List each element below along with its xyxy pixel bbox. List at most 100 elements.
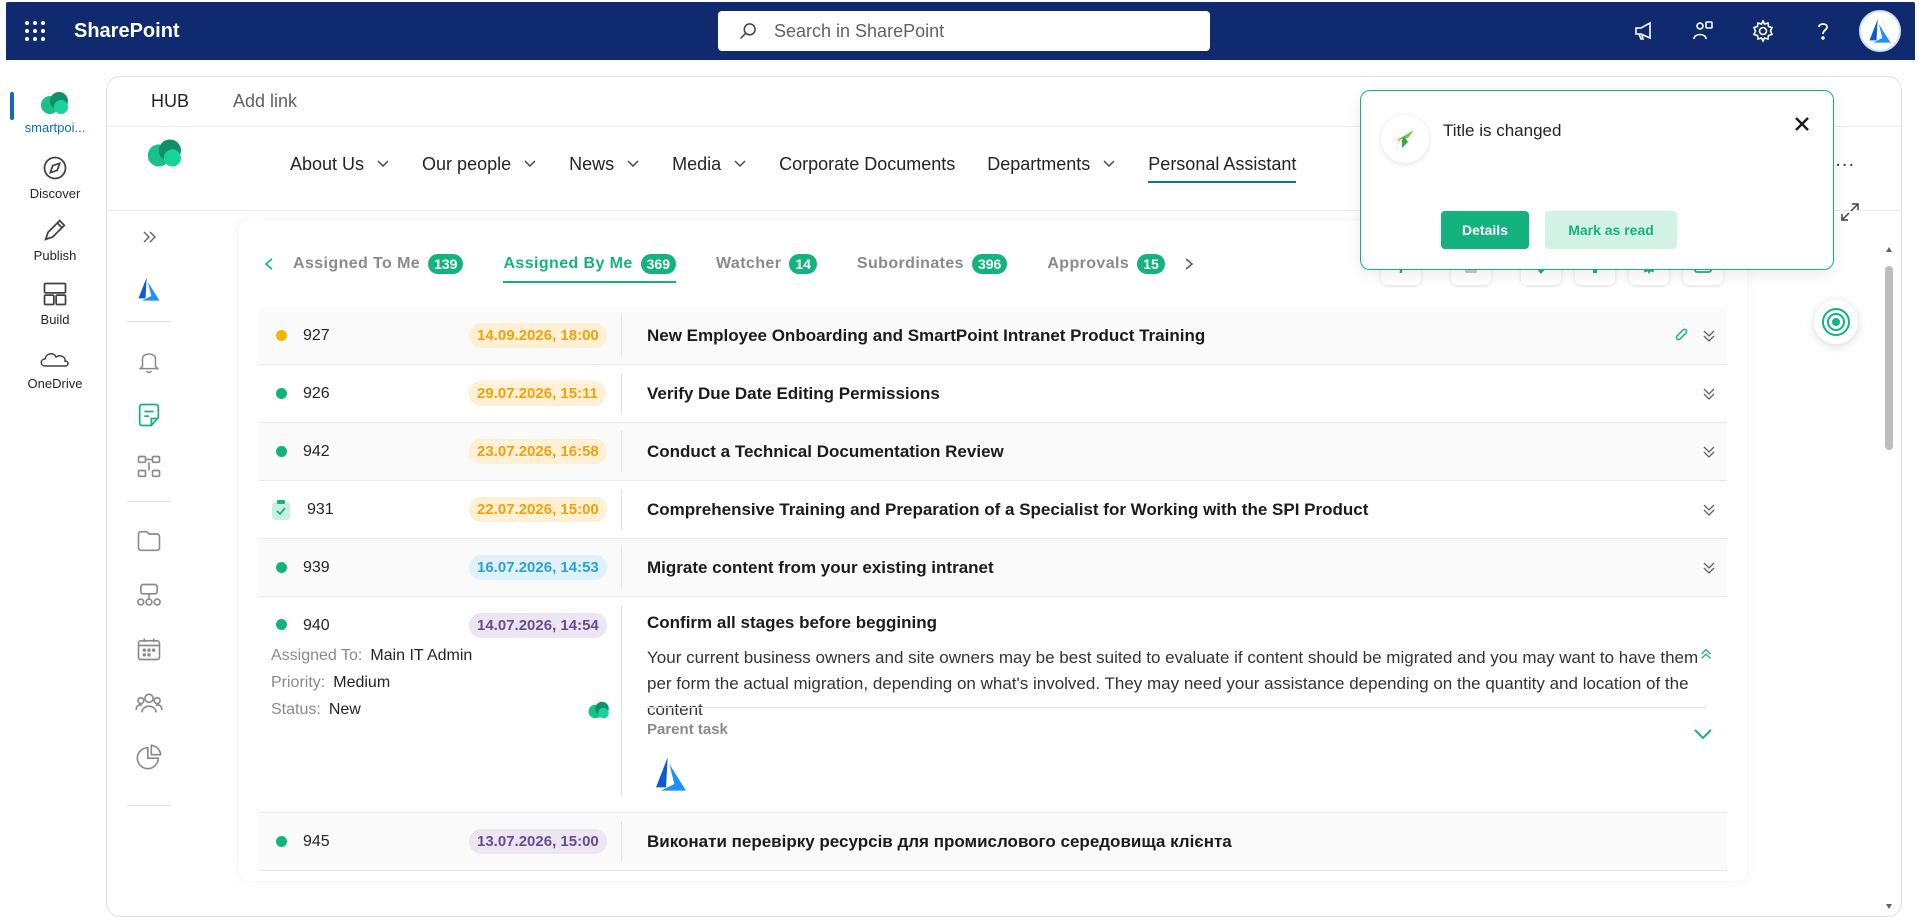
sidebar-item-notifications[interactable] [129, 341, 169, 381]
tab-assigned-by-me[interactable]: Assigned By Me 369 [503, 249, 676, 283]
task-title[interactable]: Verify Due Date Editing Permissions [647, 384, 940, 404]
task-title[interactable]: Виконати перевірку ресурсів для промисло… [647, 832, 1232, 852]
app-launcher-button[interactable] [6, 2, 64, 60]
people-icon [135, 693, 163, 713]
double-chevron-down-icon[interactable] [1701, 502, 1717, 518]
status-field: Status: New [271, 701, 361, 719]
appbar-item-discover[interactable]: Discover [6, 154, 104, 201]
table-row[interactable]: 945 13.07.2026, 15:00 Виконати перевірку… [259, 813, 1727, 871]
megaphone-icon [1635, 21, 1651, 40]
nav-more-button[interactable]: ... [1835, 149, 1855, 172]
close-icon[interactable] [1791, 113, 1813, 135]
double-chevron-down-icon[interactable] [1701, 386, 1717, 402]
chevron-down-icon[interactable] [1693, 727, 1713, 741]
expand-button[interactable] [1839, 201, 1861, 228]
appbar-item-onedrive[interactable]: OneDrive [6, 344, 104, 391]
brand-name[interactable]: SharePoint [74, 20, 180, 43]
double-chevron-down-icon[interactable] [1701, 560, 1717, 576]
tabs-prev-button[interactable] [259, 254, 279, 274]
column-divider [621, 373, 622, 414]
task-title[interactable]: Conduct a Technical Documentation Review [647, 442, 1004, 462]
megaphone-button[interactable] [1613, 2, 1673, 60]
pa-sidebar [107, 211, 207, 916]
nav-label: Departments [987, 153, 1091, 174]
search-box[interactable]: Search in SharePoint [718, 11, 1210, 51]
nav-item-media[interactable]: Media [672, 151, 747, 177]
scroll-up-icon[interactable] [1885, 246, 1893, 254]
column-divider [621, 489, 622, 530]
chevron-down-icon [627, 160, 639, 167]
people-settings-icon [1693, 21, 1713, 40]
assistant-float-button[interactable] [1814, 300, 1858, 344]
sidebar-item-azure[interactable] [129, 269, 169, 309]
appbar-item-publish[interactable]: Publish [6, 216, 104, 263]
calendar-icon [137, 638, 161, 661]
task-title[interactable]: Comprehensive Training and Preparation o… [647, 500, 1368, 520]
details-button[interactable]: Details [1441, 211, 1529, 249]
page-scrollbar[interactable] [1882, 246, 1896, 910]
tab-assigned-to-me[interactable]: Assigned To Me 139 [293, 249, 464, 279]
nav-item-news[interactable]: News [569, 151, 640, 177]
mark-as-read-button[interactable]: Mark as read [1545, 211, 1677, 249]
task-title[interactable]: Migrate content from your existing intra… [647, 558, 994, 578]
folder-icon [137, 530, 161, 552]
tab-subordinates[interactable]: Subordinates 396 [857, 249, 1008, 279]
table-row[interactable]: 942 23.07.2026, 16:58 Conduct a Technica… [259, 423, 1727, 481]
site-logo[interactable] [145, 137, 185, 174]
site-logo-icon [147, 139, 181, 167]
user-avatar[interactable] [1859, 10, 1901, 52]
sidebar-item-documents[interactable] [129, 521, 169, 561]
double-chevron-down-icon[interactable] [1701, 444, 1717, 460]
sidebar-item-people[interactable] [129, 683, 169, 723]
appbar-item-build[interactable]: Build [6, 280, 104, 327]
double-chevron-up-icon[interactable] [1699, 647, 1713, 661]
tab-watcher[interactable]: Watcher 14 [716, 249, 817, 279]
org-chart-icon [137, 455, 161, 478]
task-title[interactable]: Confirm all stages before beggining [647, 613, 937, 633]
due-date-badge: 16.07.2026, 14:53 [469, 555, 607, 580]
sidebar-item-calendar[interactable] [129, 629, 169, 669]
scroll-down-icon[interactable] [1885, 902, 1893, 910]
target-icon [1822, 308, 1850, 336]
hummingbird-icon [1396, 130, 1414, 148]
sidebar-item-tasks[interactable] [129, 395, 169, 435]
task-title[interactable]: New Employee Onboarding and SmartPoint I… [647, 326, 1205, 346]
scroll-thumb[interactable] [1885, 266, 1893, 450]
azure-logo-icon [138, 277, 160, 301]
task-list: 927 14.09.2026, 18:00 New Employee Onboa… [259, 307, 1727, 871]
table-row[interactable]: 931 22.07.2026, 15:00 Comprehensive Trai… [259, 481, 1727, 539]
field-label: Priority: [271, 674, 326, 691]
status-dot [276, 619, 287, 630]
status-dot [276, 446, 287, 457]
app-switch-button[interactable] [1673, 2, 1733, 60]
nav-item-departments[interactable]: Departments [987, 151, 1116, 177]
nav-item-our-people[interactable]: Our people [422, 151, 537, 177]
sidebar-item-structure[interactable] [129, 447, 169, 487]
parent-task-avatar[interactable] [651, 753, 691, 800]
settings-button[interactable] [1733, 2, 1793, 60]
hub-link[interactable]: HUB [151, 91, 189, 112]
add-link-button[interactable]: Add link [233, 91, 297, 112]
tabs-next-button[interactable] [1179, 254, 1199, 274]
help-button[interactable] [1793, 2, 1853, 60]
sidebar-item-reports[interactable] [129, 737, 169, 777]
table-row[interactable]: 926 29.07.2026, 15:11 Verify Due Date Ed… [259, 365, 1727, 423]
column-divider [621, 547, 622, 588]
table-row[interactable]: 927 14.09.2026, 18:00 New Employee Onboa… [259, 307, 1727, 365]
column-divider [621, 315, 622, 356]
sidebar-expand-button[interactable] [129, 217, 169, 257]
sidebar-item-workflow[interactable] [129, 575, 169, 615]
appbar-item-site[interactable]: smartpoi... [6, 90, 104, 135]
table-row-expanded[interactable]: 940 14.07.2026, 14:54 Assigned To: Main I… [259, 597, 1727, 813]
count-badge: 14 [789, 254, 817, 274]
nav-item-personal-assistant[interactable]: Personal Assistant [1148, 151, 1297, 183]
nav-item-about-us[interactable]: About Us [290, 151, 390, 177]
waffle-icon [25, 21, 45, 41]
tab-approvals[interactable]: Approvals 15 [1047, 249, 1165, 279]
search-input[interactable]: Search in SharePoint [774, 21, 944, 42]
double-chevron-down-icon[interactable] [1701, 328, 1717, 344]
field-value: New [328, 701, 361, 718]
table-row[interactable]: 939 16.07.2026, 14:53 Migrate content fr… [259, 539, 1727, 597]
nav-item-corporate-documents[interactable]: Corporate Documents [779, 151, 955, 177]
task-id: 931 [307, 500, 334, 518]
